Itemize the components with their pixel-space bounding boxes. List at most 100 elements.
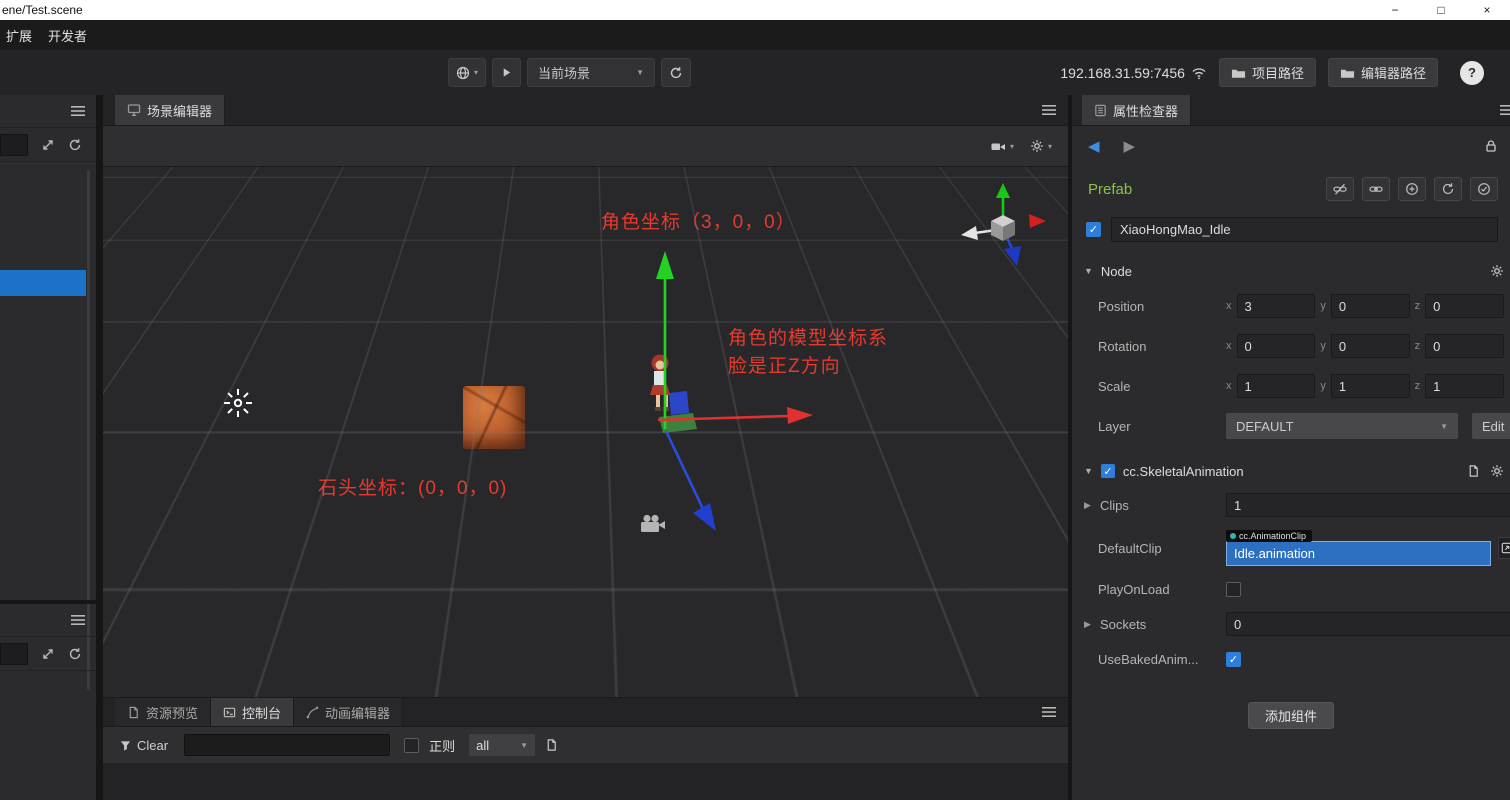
maximize-button[interactable]: □ <box>1418 0 1464 20</box>
panel-menu-icon[interactable] <box>71 614 85 626</box>
prefab-restore-button[interactable] <box>1434 177 1462 201</box>
lock-icon[interactable] <box>1484 139 1498 153</box>
gear-icon <box>1030 139 1044 153</box>
rotation-y-input[interactable]: 0 <box>1331 334 1410 358</box>
expand-icon[interactable] <box>41 138 55 152</box>
prefab-link-button[interactable] <box>1362 177 1390 201</box>
preview-target-button[interactable]: ▾ <box>448 58 486 87</box>
prefab-locate-button[interactable] <box>1398 177 1426 201</box>
expander-icon[interactable]: ▶ <box>1084 619 1092 630</box>
position-y-input[interactable]: 0 <box>1331 294 1410 318</box>
collapse-caret-icon[interactable]: ▼ <box>1084 266 1093 276</box>
history-forward-button[interactable]: ▶ <box>1124 137 1136 155</box>
console-filter-value: all <box>476 738 489 753</box>
gear-icon[interactable] <box>1490 264 1504 278</box>
filter-funnel-icon <box>119 739 132 752</box>
component-enabled-checkbox[interactable]: ✓ <box>1101 464 1115 478</box>
add-component-button[interactable]: 添加组件 <box>1248 702 1334 729</box>
console-toolbar: Clear 正则 all ▼ <box>103 726 1068 763</box>
tab-animation-editor[interactable]: 动画编辑器 <box>294 698 403 726</box>
layer-edit-button[interactable]: Edit <box>1472 413 1510 439</box>
folder-icon <box>1340 66 1355 80</box>
use-baked-checkbox[interactable]: ✓ <box>1226 652 1241 667</box>
console-search-input[interactable] <box>184 734 390 756</box>
history-back-button[interactable]: ◀ <box>1088 137 1100 155</box>
layer-value: DEFAULT <box>1236 419 1294 434</box>
expand-icon[interactable] <box>41 647 55 661</box>
scene-select-dropdown[interactable]: 当前场景 ▼ <box>527 58 655 87</box>
menu-item-extensions[interactable]: 扩展 <box>6 26 32 45</box>
editor-path-button[interactable]: 编辑器路径 <box>1328 58 1438 87</box>
refresh-scene-button[interactable] <box>661 58 691 87</box>
panel-menu-icon[interactable] <box>71 105 85 117</box>
gizmo-nav-x[interactable] <box>1029 214 1046 228</box>
scale-x-input[interactable]: 1 <box>1237 374 1316 398</box>
position-row: Position x 3 y 0 z 0 <box>1072 286 1510 326</box>
prefab-apply-button[interactable] <box>1470 177 1498 201</box>
viewport-settings-dropdown[interactable]: ▾ <box>1030 139 1052 153</box>
rotation-row: Rotation x 0 y 0 z 0 <box>1072 326 1510 366</box>
character-model[interactable] <box>643 353 681 433</box>
console-filter-dropdown[interactable]: all ▼ <box>469 734 535 756</box>
hierarchy-search-input[interactable] <box>0 134 28 156</box>
project-path-button[interactable]: 项目路径 <box>1219 58 1316 87</box>
console-log-area[interactable] <box>103 763 1068 800</box>
expander-icon[interactable]: ▶ <box>1084 500 1092 511</box>
panel-menu-icon[interactable] <box>1500 104 1510 116</box>
main-toolbar: ▾ 当前场景 ▼ 192.168.31.59:7456 项目路径 编辑器路径 ? <box>0 50 1510 95</box>
tab-scene-editor[interactable]: 场景编辑器 <box>115 95 225 125</box>
minimize-button[interactable]: − <box>1372 0 1418 20</box>
refresh-icon[interactable] <box>68 138 82 152</box>
position-z-input[interactable]: 0 <box>1425 294 1504 318</box>
console-clear-button[interactable]: Clear <box>119 738 168 753</box>
node-active-checkbox[interactable]: ✓ <box>1086 222 1101 237</box>
scale-z-input[interactable]: 1 <box>1425 374 1504 398</box>
close-button[interactable]: × <box>1464 0 1510 20</box>
annotation-model-axis-1: 角色的模型坐标系 <box>728 323 888 350</box>
node-section-header[interactable]: ▼ Node <box>1072 256 1510 286</box>
node-name-input[interactable]: XiaoHongMao_Idle <box>1111 217 1498 242</box>
gizmo-nav-x-neg[interactable] <box>961 226 978 240</box>
window-titlebar: ene/Test.scene − □ × <box>0 0 1510 20</box>
collapse-caret-icon[interactable]: ▼ <box>1084 466 1093 476</box>
gizmo-nav-y[interactable] <box>996 183 1010 198</box>
tab-console[interactable]: 控制台 <box>211 698 294 726</box>
panel-menu-icon[interactable] <box>1042 104 1056 116</box>
hierarchy-selected-node[interactable] <box>0 270 86 296</box>
camera-view-dropdown[interactable]: ▾ <box>991 140 1014 153</box>
camera-gizmo-icon[interactable] <box>640 514 666 534</box>
play-on-load-checkbox[interactable] <box>1226 582 1241 597</box>
scene-viewport[interactable]: 角色坐标（3，0，0） 角色的模型坐标系 脸是正Z方向 石头坐标：(0，0，0) <box>103 167 1068 697</box>
play-button[interactable] <box>492 58 521 87</box>
panel-menu-icon[interactable] <box>1042 706 1056 718</box>
tab-asset-preview[interactable]: 资源预览 <box>115 698 211 726</box>
skeletal-animation-header[interactable]: ▼ ✓ cc.SkeletalAnimation <box>1072 456 1510 486</box>
regex-checkbox[interactable] <box>404 738 419 753</box>
orientation-gizmo[interactable] <box>953 177 1063 287</box>
default-clip-input[interactable]: Idle.animation <box>1226 541 1491 566</box>
gizmo-nav-z[interactable] <box>1004 246 1021 266</box>
menu-item-developer[interactable]: 开发者 <box>48 26 87 45</box>
layer-dropdown[interactable]: DEFAULT ▼ <box>1226 413 1458 439</box>
prefab-unlink-button[interactable] <box>1326 177 1354 201</box>
clip-picker-button[interactable] <box>1498 537 1510 559</box>
rotation-x-input[interactable]: 0 <box>1237 334 1316 358</box>
log-file-icon[interactable] <box>545 738 558 752</box>
light-gizmo-icon[interactable] <box>222 387 254 419</box>
sockets-count-input[interactable]: 0 <box>1226 612 1510 636</box>
axis-z-label: z <box>1415 380 1421 392</box>
clips-count-input[interactable]: 1 <box>1226 493 1510 517</box>
gear-icon[interactable] <box>1490 464 1504 478</box>
component-doc-icon[interactable] <box>1467 464 1480 478</box>
position-x-input[interactable]: 3 <box>1237 294 1316 318</box>
help-button[interactable]: ? <box>1460 61 1484 85</box>
stone-model[interactable] <box>463 386 525 449</box>
tab-inspector[interactable]: 属性检查器 <box>1082 95 1191 125</box>
chevron-down-icon: ▾ <box>474 68 478 77</box>
axis-x-label: x <box>1226 340 1232 352</box>
tab-label: 资源预览 <box>146 703 198 722</box>
scale-y-input[interactable]: 1 <box>1331 374 1410 398</box>
assets-search-input[interactable] <box>0 643 28 665</box>
rotation-z-input[interactable]: 0 <box>1425 334 1504 358</box>
refresh-icon[interactable] <box>68 647 82 661</box>
